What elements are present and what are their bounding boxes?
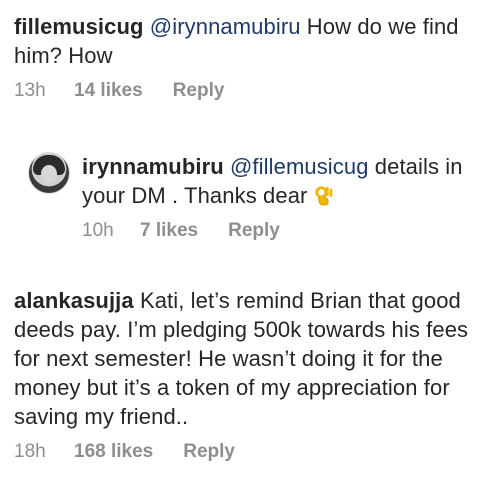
ok-hand-icon [315, 186, 333, 206]
comment-text-block: irynnamubiru @fillemusicug details in yo… [82, 152, 492, 210]
comment-time: 13h [14, 80, 46, 101]
comment-time: 18h [14, 441, 46, 462]
comment-meta: 10h 7 likes Reply [82, 220, 492, 242]
reply-body: irynnamubiru @fillemusicug details in yo… [82, 152, 492, 242]
comment-item: alankasujja Kati, let’s remind Brian tha… [14, 286, 494, 463]
avatar[interactable] [28, 152, 70, 194]
comment-username[interactable]: fillemusicug [14, 14, 144, 39]
comment-item: fillemusicug @irynnamubiru How do we fin… [14, 12, 484, 102]
comment-likes[interactable]: 14 likes [74, 80, 143, 102]
comment-mention[interactable]: @fillemusicug [230, 154, 369, 179]
comment-username[interactable]: irynnamubiru [82, 154, 224, 179]
comment-mention[interactable]: @irynnamubiru [150, 14, 301, 39]
reply-button[interactable]: Reply [228, 220, 280, 242]
comment-text-block: fillemusicug @irynnamubiru How do we fin… [14, 12, 484, 70]
comment-meta: 13h 14 likes Reply [14, 80, 484, 102]
reply-button[interactable]: Reply [173, 80, 225, 102]
comment-likes[interactable]: 7 likes [140, 220, 198, 242]
avatar-face [41, 165, 57, 183]
comment-text-block: alankasujja Kati, let’s remind Brian tha… [14, 286, 494, 431]
comment-likes[interactable]: 168 likes [74, 441, 153, 463]
reply-button[interactable]: Reply [183, 441, 235, 463]
comment-username[interactable]: alankasujja [14, 288, 134, 313]
comment-meta: 18h 168 likes Reply [14, 441, 494, 463]
comment-time: 10h [82, 220, 114, 241]
